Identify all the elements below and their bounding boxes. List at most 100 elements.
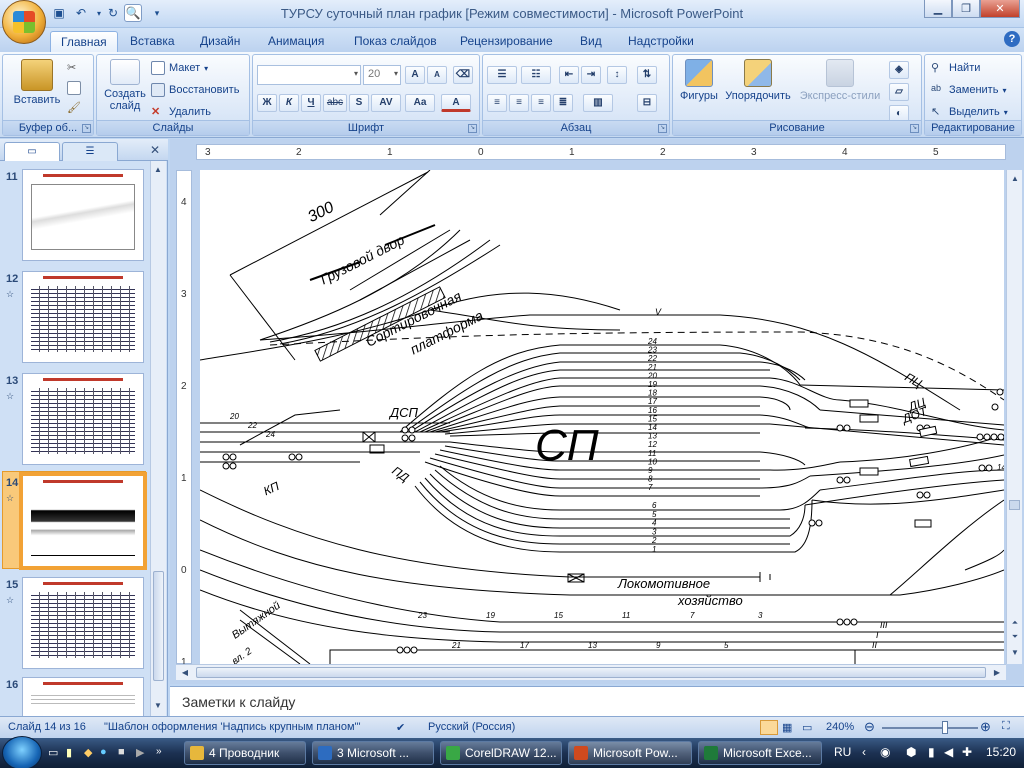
slide-canvas[interactable]: 300 Грузовой двор Сортировочная платформ…: [200, 170, 1004, 664]
office-button[interactable]: [2, 0, 46, 44]
scroll-up-icon[interactable]: ▲: [151, 163, 165, 177]
minimize-icon[interactable]: ▁: [924, 0, 952, 18]
pane-scrollbar[interactable]: ▲ ▼: [150, 161, 166, 716]
shadow-button[interactable]: S: [349, 94, 369, 112]
font-name-combo[interactable]: ▾: [257, 65, 361, 85]
quick-launch-browser-icon[interactable]: ●: [100, 746, 107, 758]
slide-horizontal-scrollbar[interactable]: ◀ ▶: [176, 664, 1006, 680]
quick-launch-more-icon[interactable]: »: [156, 746, 162, 757]
new-slide-button[interactable]: Создать слайд: [99, 59, 151, 112]
shape-outline-icon[interactable]: ▱: [889, 83, 909, 101]
replace-button[interactable]: ab Заменить ▾: [931, 83, 1006, 97]
next-slide-icon[interactable]: ⏷: [1008, 630, 1022, 644]
layout-button[interactable]: Макет ▾: [151, 61, 208, 75]
shape-fill-icon[interactable]: ◈: [889, 61, 909, 79]
sound-icon[interactable]: ◀: [944, 745, 953, 759]
pane-scroll-thumb[interactable]: [153, 571, 164, 681]
close-pane-icon[interactable]: ✕: [150, 143, 160, 157]
align-text-icon[interactable]: ⊟: [637, 94, 657, 112]
scroll-down-icon[interactable]: ▼: [151, 699, 165, 713]
reset-button[interactable]: Восстановить: [151, 83, 239, 97]
columns-icon[interactable]: ▥: [583, 94, 613, 112]
normal-view-icon[interactable]: [760, 720, 778, 735]
text-direction-icon[interactable]: ⇅: [637, 66, 657, 84]
spellcheck-icon[interactable]: ✔: [396, 721, 405, 734]
slide-thumbnail[interactable]: [22, 169, 144, 261]
restore-icon[interactable]: ❐: [952, 0, 980, 18]
h-scroll-thumb[interactable]: [196, 667, 986, 678]
vertical-ruler[interactable]: 432101: [176, 170, 192, 668]
scroll-left-icon[interactable]: ◀: [178, 666, 192, 680]
slideshow-view-icon[interactable]: ▭: [802, 721, 812, 734]
align-left-icon[interactable]: ≡: [487, 94, 507, 112]
help-icon[interactable]: ?: [1004, 31, 1020, 47]
scroll-up-icon[interactable]: ▲: [1008, 172, 1022, 186]
tab-design[interactable]: Дизайн: [190, 31, 250, 52]
zoom-slider-thumb[interactable]: [942, 721, 948, 734]
slide-vertical-scrollbar[interactable]: ▲ ⏶ ⏷ ▼: [1006, 170, 1022, 664]
prev-slide-icon[interactable]: ⏶: [1008, 616, 1022, 630]
taskbar-button[interactable]: Microsoft Pow...: [568, 741, 692, 765]
taskbar-button[interactable]: Microsoft Exce...: [698, 741, 822, 765]
grow-font-button[interactable]: A: [405, 66, 425, 84]
quick-launch-folder-icon[interactable]: ▮: [66, 746, 72, 759]
dialog-launcher-icon[interactable]: ↘: [910, 124, 919, 133]
language-status[interactable]: Русский (Россия): [428, 721, 515, 733]
tab-insert[interactable]: Вставка: [120, 31, 185, 52]
slide-thumbnail[interactable]: [22, 577, 144, 669]
slide-sorter-icon[interactable]: ▦: [782, 721, 792, 734]
tab-slideshow[interactable]: Показ слайдов: [344, 31, 447, 52]
zoom-in-icon[interactable]: ⊕: [980, 719, 991, 735]
slide-thumbnail[interactable]: [22, 677, 144, 717]
zoom-out-icon[interactable]: ⊖: [864, 719, 875, 735]
tab-slides-thumbnails[interactable]: ▭: [4, 142, 60, 161]
tray-expand-icon[interactable]: ‹: [862, 745, 866, 759]
notes-pane[interactable]: Заметки к слайду: [170, 686, 1024, 716]
tab-home[interactable]: Главная: [50, 31, 118, 52]
slide-thumbnail[interactable]: [22, 271, 144, 363]
font-size-combo[interactable]: 20 ▾: [363, 65, 401, 85]
copy-button[interactable]: [67, 81, 81, 95]
undo-icon[interactable]: ↶: [72, 4, 90, 22]
bold-button[interactable]: Ж: [257, 94, 277, 112]
cut-button[interactable]: ✂: [67, 61, 81, 75]
tab-view[interactable]: Вид: [570, 31, 612, 52]
save-icon[interactable]: ▣: [50, 4, 68, 22]
zoom-slider[interactable]: [882, 727, 978, 729]
quick-launch-media-icon[interactable]: ▶: [136, 746, 144, 759]
scroll-down-icon[interactable]: ▼: [1008, 646, 1022, 660]
select-button[interactable]: ↖ Выделить ▾: [931, 105, 1008, 119]
customize-qat-icon[interactable]: ▾: [148, 4, 166, 22]
shapes-button[interactable]: Фигуры: [677, 59, 721, 102]
input-language[interactable]: RU: [834, 745, 851, 759]
decrease-indent-icon[interactable]: ⇤: [559, 66, 579, 84]
strikethrough-button[interactable]: abc: [323, 94, 347, 112]
bullets-icon[interactable]: ☰: [487, 66, 517, 84]
arrange-button[interactable]: Упорядочить: [721, 59, 795, 102]
clear-format-icon[interactable]: ⌫: [453, 66, 473, 84]
justify-icon[interactable]: ≣: [553, 94, 573, 112]
taskbar-button[interactable]: CorelDRAW 12...: [440, 741, 562, 765]
start-button[interactable]: [2, 736, 42, 768]
slide-thumbnail[interactable]: [22, 373, 144, 465]
tray-app-icon[interactable]: ⬢: [906, 745, 916, 759]
network-icon[interactable]: ◉: [880, 745, 890, 759]
fit-to-window-icon[interactable]: ⛶: [1002, 720, 1010, 733]
scroll-right-icon[interactable]: ▶: [990, 666, 1004, 680]
find-button[interactable]: ⚲ Найти: [931, 61, 980, 75]
zoom-level[interactable]: 240%: [826, 721, 854, 733]
tab-animation[interactable]: Анимация: [258, 31, 334, 52]
increase-indent-icon[interactable]: ⇥: [581, 66, 601, 84]
numbering-icon[interactable]: ☷: [521, 66, 551, 84]
italic-button[interactable]: К: [279, 94, 299, 112]
dialog-launcher-icon[interactable]: ↘: [658, 124, 667, 133]
quick-launch-icon[interactable]: ◆: [84, 746, 92, 759]
slide-scroll-thumb[interactable]: [1009, 500, 1020, 510]
quick-launch-app-icon[interactable]: ■: [118, 746, 125, 758]
dialog-launcher-icon[interactable]: ↘: [468, 124, 477, 133]
format-painter-button[interactable]: 🖌: [67, 101, 81, 115]
horizontal-ruler[interactable]: 3 2 1 0 1 2 3 4 5: [196, 144, 1006, 160]
taskbar-button[interactable]: 4 Проводник: [184, 741, 306, 765]
delete-slide-button[interactable]: ✕ Удалить: [151, 105, 211, 119]
tray-security-icon[interactable]: ✚: [962, 745, 972, 759]
